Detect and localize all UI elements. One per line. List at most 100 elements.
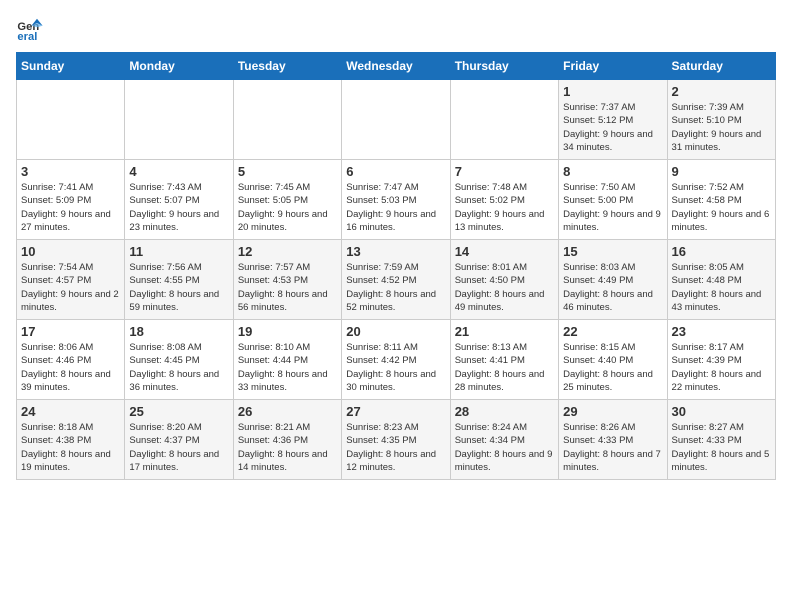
calendar-cell <box>125 80 233 160</box>
day-number: 29 <box>563 404 662 419</box>
day-info: Sunrise: 8:21 AM Sunset: 4:36 PM Dayligh… <box>238 421 337 474</box>
day-info: Sunrise: 8:27 AM Sunset: 4:33 PM Dayligh… <box>672 421 771 474</box>
day-number: 28 <box>455 404 554 419</box>
logo: Gen eral <box>16 16 48 44</box>
day-number: 26 <box>238 404 337 419</box>
calendar-cell: 11 Sunrise: 7:56 AM Sunset: 4:55 PM Dayli… <box>125 240 233 320</box>
day-number: 22 <box>563 324 662 339</box>
day-info: Sunrise: 8:18 AM Sunset: 4:38 PM Dayligh… <box>21 421 120 474</box>
day-number: 27 <box>346 404 445 419</box>
day-info: Sunrise: 8:26 AM Sunset: 4:33 PM Dayligh… <box>563 421 662 474</box>
day-number: 12 <box>238 244 337 259</box>
day-info: Sunrise: 8:15 AM Sunset: 4:40 PM Dayligh… <box>563 341 662 394</box>
day-number: 23 <box>672 324 771 339</box>
header-tuesday: Tuesday <box>233 53 341 80</box>
logo-icon: Gen eral <box>16 16 44 44</box>
calendar-week-row: 24 Sunrise: 8:18 AM Sunset: 4:38 PM Dayli… <box>17 400 776 480</box>
day-number: 11 <box>129 244 228 259</box>
day-info: Sunrise: 8:20 AM Sunset: 4:37 PM Dayligh… <box>129 421 228 474</box>
calendar-cell: 22 Sunrise: 8:15 AM Sunset: 4:40 PM Dayli… <box>559 320 667 400</box>
header-saturday: Saturday <box>667 53 775 80</box>
calendar-week-row: 1 Sunrise: 7:37 AM Sunset: 5:12 PM Daylig… <box>17 80 776 160</box>
calendar-cell: 18 Sunrise: 8:08 AM Sunset: 4:45 PM Dayli… <box>125 320 233 400</box>
calendar-cell: 4 Sunrise: 7:43 AM Sunset: 5:07 PM Daylig… <box>125 160 233 240</box>
day-info: Sunrise: 8:08 AM Sunset: 4:45 PM Dayligh… <box>129 341 228 394</box>
calendar-cell: 16Sunrise: 8:05 AM Sunset: 4:48 PM Dayli… <box>667 240 775 320</box>
day-number: 9 <box>672 164 771 179</box>
day-number: 4 <box>129 164 228 179</box>
day-info: Sunrise: 7:48 AM Sunset: 5:02 PM Dayligh… <box>455 181 554 234</box>
calendar-cell <box>233 80 341 160</box>
calendar-cell: 5 Sunrise: 7:45 AM Sunset: 5:05 PM Daylig… <box>233 160 341 240</box>
day-info: Sunrise: 7:37 AM Sunset: 5:12 PM Dayligh… <box>563 101 662 154</box>
calendar-cell: 17 Sunrise: 8:06 AM Sunset: 4:46 PM Dayli… <box>17 320 125 400</box>
day-info: Sunrise: 7:43 AM Sunset: 5:07 PM Dayligh… <box>129 181 228 234</box>
calendar-table: SundayMondayTuesdayWednesdayThursdayFrid… <box>16 52 776 480</box>
day-info: Sunrise: 8:24 AM Sunset: 4:34 PM Dayligh… <box>455 421 554 474</box>
calendar-cell: 13 Sunrise: 7:59 AM Sunset: 4:52 PM Dayli… <box>342 240 450 320</box>
day-number: 8 <box>563 164 662 179</box>
day-info: Sunrise: 7:57 AM Sunset: 4:53 PM Dayligh… <box>238 261 337 314</box>
header-monday: Monday <box>125 53 233 80</box>
day-number: 15 <box>563 244 662 259</box>
calendar-cell <box>450 80 558 160</box>
day-number: 14 <box>455 244 554 259</box>
day-number: 25 <box>129 404 228 419</box>
calendar-cell: 23 Sunrise: 8:17 AM Sunset: 4:39 PM Dayli… <box>667 320 775 400</box>
calendar-week-row: 3Sunrise: 7:41 AM Sunset: 5:09 PM Daylig… <box>17 160 776 240</box>
day-info: Sunrise: 7:41 AM Sunset: 5:09 PM Dayligh… <box>21 181 120 234</box>
calendar-cell: 28 Sunrise: 8:24 AM Sunset: 4:34 PM Dayli… <box>450 400 558 480</box>
day-number: 21 <box>455 324 554 339</box>
day-info: Sunrise: 8:17 AM Sunset: 4:39 PM Dayligh… <box>672 341 771 394</box>
calendar-cell: 7 Sunrise: 7:48 AM Sunset: 5:02 PM Daylig… <box>450 160 558 240</box>
day-number: 2 <box>672 84 771 99</box>
calendar-cell: 2 Sunrise: 7:39 AM Sunset: 5:10 PM Daylig… <box>667 80 775 160</box>
day-info: Sunrise: 8:23 AM Sunset: 4:35 PM Dayligh… <box>346 421 445 474</box>
day-number: 6 <box>346 164 445 179</box>
calendar-cell: 30Sunrise: 8:27 AM Sunset: 4:33 PM Dayli… <box>667 400 775 480</box>
day-info: Sunrise: 8:10 AM Sunset: 4:44 PM Dayligh… <box>238 341 337 394</box>
day-number: 5 <box>238 164 337 179</box>
day-number: 10 <box>21 244 120 259</box>
calendar-cell: 9Sunrise: 7:52 AM Sunset: 4:58 PM Daylig… <box>667 160 775 240</box>
header-sunday: Sunday <box>17 53 125 80</box>
day-number: 20 <box>346 324 445 339</box>
day-info: Sunrise: 7:45 AM Sunset: 5:05 PM Dayligh… <box>238 181 337 234</box>
calendar-cell: 24 Sunrise: 8:18 AM Sunset: 4:38 PM Dayli… <box>17 400 125 480</box>
svg-text:eral: eral <box>17 31 37 43</box>
day-info: Sunrise: 7:39 AM Sunset: 5:10 PM Dayligh… <box>672 101 771 154</box>
calendar-week-row: 10Sunrise: 7:54 AM Sunset: 4:57 PM Dayli… <box>17 240 776 320</box>
calendar-cell: 20 Sunrise: 8:11 AM Sunset: 4:42 PM Dayli… <box>342 320 450 400</box>
calendar-cell: 19Sunrise: 8:10 AM Sunset: 4:44 PM Dayli… <box>233 320 341 400</box>
day-number: 24 <box>21 404 120 419</box>
day-number: 1 <box>563 84 662 99</box>
day-info: Sunrise: 8:06 AM Sunset: 4:46 PM Dayligh… <box>21 341 120 394</box>
header-friday: Friday <box>559 53 667 80</box>
calendar-cell: 12 Sunrise: 7:57 AM Sunset: 4:53 PM Dayli… <box>233 240 341 320</box>
calendar-cell: 29 Sunrise: 8:26 AM Sunset: 4:33 PM Dayli… <box>559 400 667 480</box>
calendar-cell: 26 Sunrise: 8:21 AM Sunset: 4:36 PM Dayli… <box>233 400 341 480</box>
calendar-cell: 1 Sunrise: 7:37 AM Sunset: 5:12 PM Daylig… <box>559 80 667 160</box>
day-number: 16 <box>672 244 771 259</box>
calendar-cell: 14 Sunrise: 8:01 AM Sunset: 4:50 PM Dayli… <box>450 240 558 320</box>
header-wednesday: Wednesday <box>342 53 450 80</box>
calendar-cell: 6Sunrise: 7:47 AM Sunset: 5:03 PM Daylig… <box>342 160 450 240</box>
calendar-cell: 15 Sunrise: 8:03 AM Sunset: 4:49 PM Dayli… <box>559 240 667 320</box>
day-info: Sunrise: 7:50 AM Sunset: 5:00 PM Dayligh… <box>563 181 662 234</box>
calendar-cell: 25 Sunrise: 8:20 AM Sunset: 4:37 PM Dayli… <box>125 400 233 480</box>
calendar-cell: 27 Sunrise: 8:23 AM Sunset: 4:35 PM Dayli… <box>342 400 450 480</box>
calendar-cell: 8 Sunrise: 7:50 AM Sunset: 5:00 PM Daylig… <box>559 160 667 240</box>
day-info: Sunrise: 8:11 AM Sunset: 4:42 PM Dayligh… <box>346 341 445 394</box>
calendar-cell <box>17 80 125 160</box>
day-info: Sunrise: 8:03 AM Sunset: 4:49 PM Dayligh… <box>563 261 662 314</box>
day-info: Sunrise: 8:01 AM Sunset: 4:50 PM Dayligh… <box>455 261 554 314</box>
day-number: 13 <box>346 244 445 259</box>
day-info: Sunrise: 7:56 AM Sunset: 4:55 PM Dayligh… <box>129 261 228 314</box>
day-number: 18 <box>129 324 228 339</box>
day-number: 7 <box>455 164 554 179</box>
day-number: 17 <box>21 324 120 339</box>
calendar-cell: 3Sunrise: 7:41 AM Sunset: 5:09 PM Daylig… <box>17 160 125 240</box>
day-info: Sunrise: 7:59 AM Sunset: 4:52 PM Dayligh… <box>346 261 445 314</box>
calendar-cell: 10Sunrise: 7:54 AM Sunset: 4:57 PM Dayli… <box>17 240 125 320</box>
header: Gen eral <box>16 16 776 44</box>
